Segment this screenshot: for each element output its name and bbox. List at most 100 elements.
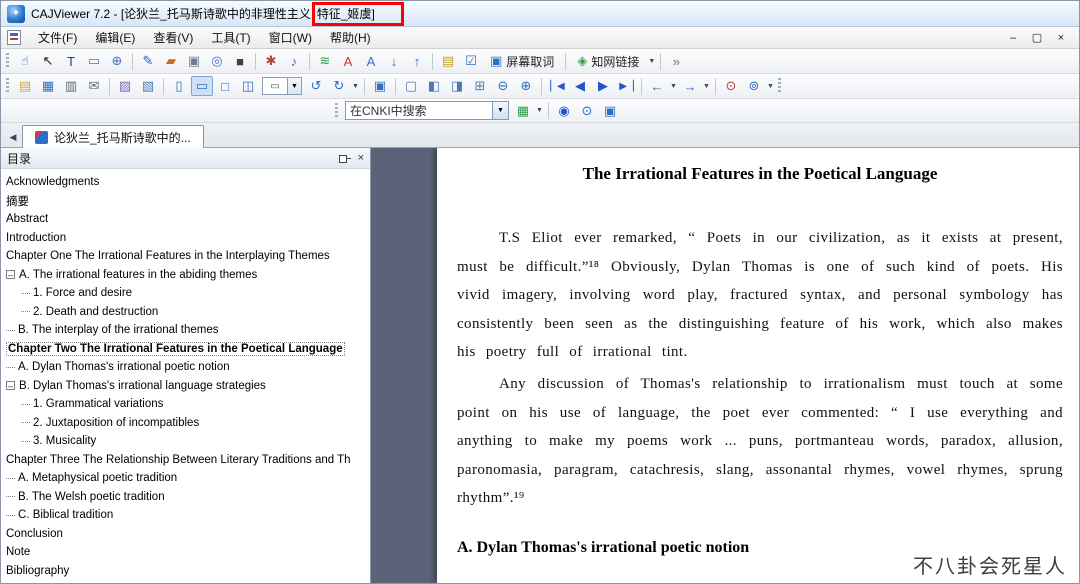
back-view-icon-dropdown-icon[interactable]: ▼ xyxy=(669,83,678,90)
find-next-icon-dropdown-icon[interactable]: ▼ xyxy=(766,83,775,90)
stamp-tool-icon[interactable]: ✱ xyxy=(260,51,282,71)
note-page-icon[interactable]: ▤ xyxy=(437,51,459,71)
toc-item[interactable]: Bibliography xyxy=(1,562,370,581)
strikeout-text-icon[interactable]: A xyxy=(360,51,382,71)
search-go-icon-dropdown-icon[interactable]: ▼ xyxy=(535,107,544,114)
toc-item[interactable]: 1. Grammatical variations xyxy=(1,395,370,414)
pen-tool-icon[interactable]: ✎ xyxy=(137,51,159,71)
find-icon[interactable]: ⊙ xyxy=(720,76,742,96)
print-icon[interactable]: ▥ xyxy=(60,76,82,96)
zoom-out-icon[interactable]: ⊖ xyxy=(492,76,514,96)
zoom-level-combo-dropdown-icon[interactable]: ▼ xyxy=(288,77,302,95)
next-page-icon[interactable]: ▶ xyxy=(592,76,614,96)
zoom-in-icon[interactable]: ⊕ xyxy=(515,76,537,96)
toc-item[interactable]: 2. Juxtaposition of incompatibles xyxy=(1,414,370,433)
help-icon[interactable]: ⊙ xyxy=(576,101,598,121)
zoom-level-combo[interactable]: ▭ ▼ xyxy=(262,77,302,95)
rotate-right-icon-dropdown-icon[interactable]: ▼ xyxy=(351,83,360,90)
menu-item-3[interactable]: 工具(T) xyxy=(202,27,259,48)
toc-item[interactable]: A. Metaphysical poetic tradition xyxy=(1,469,370,488)
underline-text-icon[interactable]: A xyxy=(337,51,359,71)
select-tool-icon[interactable]: ↖ xyxy=(37,51,59,71)
toc-item[interactable]: 3. Musicality xyxy=(1,432,370,451)
target-tool-icon[interactable]: ◎ xyxy=(206,51,228,71)
toc-item[interactable]: Abstract xyxy=(1,210,370,229)
toc-item[interactable]: B. The Welsh poetic tradition xyxy=(1,488,370,507)
toc-item[interactable]: B. The interplay of the irrational theme… xyxy=(1,321,370,340)
copy-icon[interactable]: ▨ xyxy=(114,76,136,96)
rotate-left-icon[interactable]: ↺ xyxy=(305,76,327,96)
first-page-icon[interactable]: ▏◀ xyxy=(546,76,568,96)
highlighter-tool-icon[interactable]: ▰ xyxy=(160,51,182,71)
close-button[interactable]: × xyxy=(1053,31,1069,45)
save-icon[interactable]: ▦ xyxy=(37,76,59,96)
arrow-up-annotation-icon[interactable]: ↑ xyxy=(406,51,428,71)
zoom-tool-icon[interactable]: ⊕ xyxy=(106,51,128,71)
forward-view-icon[interactable]: → xyxy=(679,76,701,96)
toc-item[interactable]: 摘要 xyxy=(1,192,370,211)
toc-item[interactable]: Chapter Two The Irrational Features in t… xyxy=(1,340,370,359)
menu-item-5[interactable]: 帮助(H) xyxy=(321,27,380,48)
tree-collapse-icon[interactable]: – xyxy=(6,381,15,391)
menu-item-2[interactable]: 查看(V) xyxy=(144,27,202,48)
library-icon[interactable]: ▣ xyxy=(599,101,621,121)
highlight-text-icon[interactable]: ≋ xyxy=(314,51,336,71)
word-capture-check-icon[interactable]: ☑ xyxy=(460,51,482,71)
previous-page-icon[interactable]: ◀ xyxy=(569,76,591,96)
search-panel-icon[interactable]: ⊞ xyxy=(469,76,491,96)
cnki-search-input[interactable]: 在CNKI中搜索 xyxy=(345,101,493,120)
tab-scroll-left-icon[interactable]: ◀ xyxy=(4,127,22,147)
page-panel-icon[interactable]: ▢ xyxy=(400,76,422,96)
toc-item[interactable]: Note xyxy=(1,543,370,562)
full-screen-icon[interactable]: ▣ xyxy=(369,76,391,96)
document-viewer[interactable]: The Irrational Features in the Poetical … xyxy=(371,148,1079,583)
arrow-down-annotation-icon[interactable]: ↓ xyxy=(383,51,405,71)
pin-icon[interactable] xyxy=(338,152,351,164)
toc-item[interactable]: A. Dylan Thomas's irrational poetic noti… xyxy=(1,358,370,377)
sync-browse-icon[interactable]: ◉ xyxy=(553,101,575,121)
screen-capture-button[interactable]: ▣ 屏幕取词 xyxy=(483,51,561,71)
tree-collapse-icon[interactable]: – xyxy=(6,270,15,280)
crop-tool-icon[interactable]: ■ xyxy=(229,51,251,71)
minimize-button[interactable]: – xyxy=(1005,31,1021,45)
fit-width-view-icon[interactable]: ▭ xyxy=(191,76,213,96)
annotation-panel-icon[interactable]: ◨ xyxy=(446,76,468,96)
close-panel-icon[interactable]: × xyxy=(358,152,364,164)
toc-item[interactable]: Acknowledgments xyxy=(1,173,370,192)
cnki-link-button[interactable]: ◈ 知网链接 xyxy=(570,51,646,71)
toc-item[interactable]: Chapter Three The Relationship Between L… xyxy=(1,451,370,470)
snapshot-icon[interactable]: ▧ xyxy=(137,76,159,96)
hand-tool-icon[interactable]: ☝ xyxy=(14,51,36,71)
email-icon[interactable]: ✉ xyxy=(83,76,105,96)
menu-item-4[interactable]: 窗口(W) xyxy=(260,27,321,48)
menu-item-0[interactable]: 文件(F) xyxy=(29,27,86,48)
menu-item-1[interactable]: 编辑(E) xyxy=(86,27,144,48)
toc-item[interactable]: Chapter One The Irrational Features in t… xyxy=(1,247,370,266)
toc-item[interactable]: C. Biblical tradition xyxy=(1,506,370,525)
toc-item[interactable]: – A. The irrational features in the abidi… xyxy=(1,266,370,285)
fit-page-view-icon[interactable]: □ xyxy=(214,76,236,96)
sound-note-tool-icon[interactable]: ♪ xyxy=(283,51,305,71)
back-view-icon[interactable]: ← xyxy=(646,76,668,96)
restore-button[interactable]: ▢ xyxy=(1029,31,1045,45)
forward-view-icon-dropdown-icon[interactable]: ▼ xyxy=(702,83,711,90)
image-select-tool-icon[interactable]: ▭ xyxy=(83,51,105,71)
toc-item[interactable]: 1. Force and desire xyxy=(1,284,370,303)
find-next-icon[interactable]: ⊚ xyxy=(743,76,765,96)
open-file-icon[interactable]: ▤ xyxy=(14,76,36,96)
cnki-link-button-dropdown-icon[interactable]: ▼ xyxy=(647,58,656,65)
camera-tool-icon[interactable]: ▣ xyxy=(183,51,205,71)
rotate-right-icon[interactable]: ↻ xyxy=(328,76,350,96)
two-page-view-icon[interactable]: ◫ xyxy=(237,76,259,96)
bookmark-panel-icon[interactable]: ◧ xyxy=(423,76,445,96)
search-go-icon[interactable]: ▦ xyxy=(512,101,534,121)
document-tab[interactable]: 论狄兰_托马斯诗歌中的... xyxy=(22,125,204,148)
text-select-tool-icon[interactable]: T xyxy=(60,51,82,71)
single-page-view-icon[interactable]: ▯ xyxy=(168,76,190,96)
last-page-icon[interactable]: ▶▕ xyxy=(615,76,637,96)
toc-item[interactable]: 2. Death and destruction xyxy=(1,303,370,322)
toc-item[interactable]: – B. Dylan Thomas's irrational language s… xyxy=(1,377,370,396)
more-tools-icon[interactable]: » xyxy=(665,51,687,71)
toc-item[interactable]: Introduction xyxy=(1,229,370,248)
cnki-search-dropdown-icon[interactable]: ▼ xyxy=(493,101,509,120)
